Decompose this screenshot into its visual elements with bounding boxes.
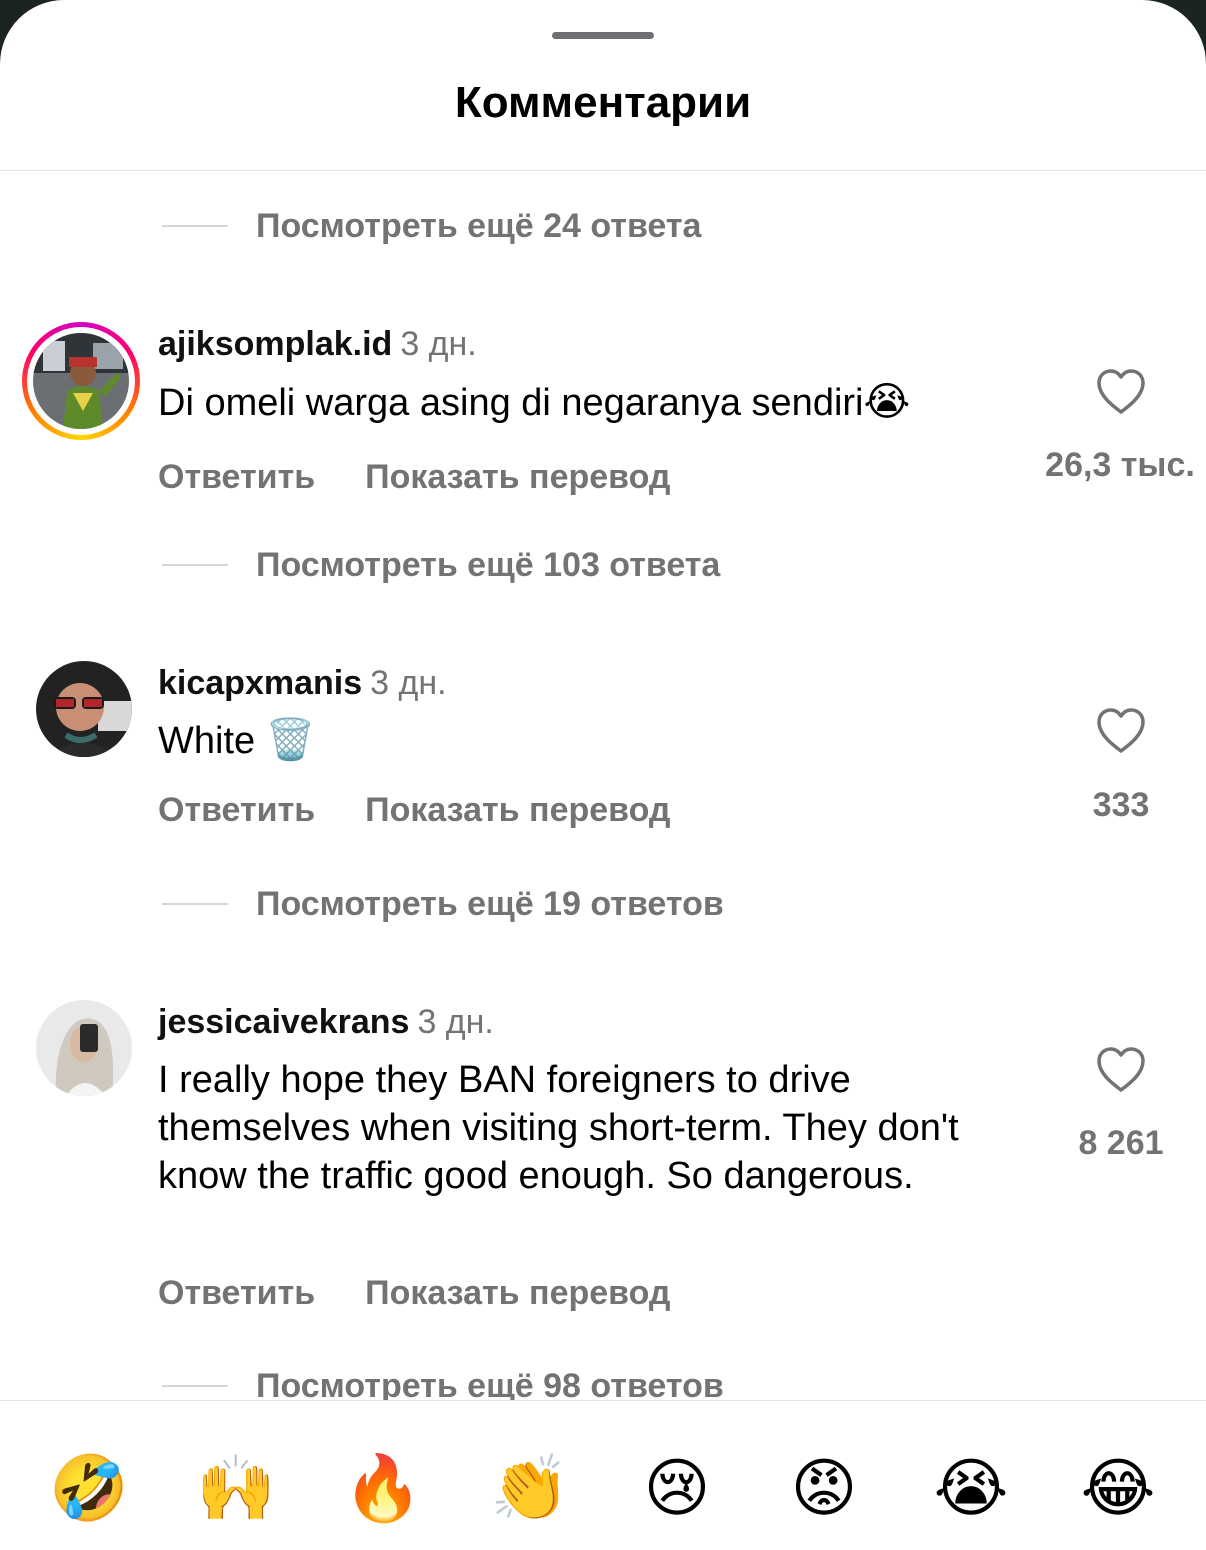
comment-actions: Ответить Показать перевод xyxy=(158,791,671,830)
rofl-emoji-button[interactable]: 🤣 xyxy=(44,1440,134,1536)
like-count: 8 261 xyxy=(1078,1124,1164,1162)
view-more-replies-link[interactable]: Посмотреть ещё 24 ответа xyxy=(162,204,701,248)
heart-outline-icon xyxy=(1097,708,1145,753)
comment-actions: Ответить Показать перевод xyxy=(158,1274,671,1313)
reply-button[interactable]: Ответить xyxy=(158,1274,315,1312)
comment-time: 3 дн. xyxy=(370,664,447,702)
raised-hands-emoji-button[interactable]: 🙌 xyxy=(191,1440,281,1536)
comment-username[interactable]: kicapxmanis xyxy=(158,664,362,702)
avatar[interactable] xyxy=(36,1000,132,1096)
heart-outline-icon xyxy=(1097,369,1145,414)
view-more-replies-label: Посмотреть ещё 19 ответов xyxy=(256,884,724,923)
avatar[interactable] xyxy=(36,661,132,757)
avatar xyxy=(33,333,129,429)
like-count: 333 xyxy=(1092,786,1150,824)
like-count: 26,3 тыс. xyxy=(1045,446,1195,484)
sheet-grabber[interactable] xyxy=(552,32,654,39)
fire-emoji-button[interactable]: 🔥 xyxy=(338,1440,428,1536)
page-title: Комментарии xyxy=(454,78,752,127)
replies-rule xyxy=(162,564,228,566)
crying-face-emoji-button[interactable]: 😢 xyxy=(632,1440,722,1536)
replies-rule xyxy=(162,903,228,905)
show-translation-button[interactable]: Показать перевод xyxy=(365,791,670,829)
show-translation-button[interactable]: Показать перевод xyxy=(365,458,670,496)
reaction-bar-divider xyxy=(0,1400,1206,1401)
reply-button[interactable]: Ответить xyxy=(158,791,315,829)
comment-meta: ajiksomplak.id 3 дн. xyxy=(158,325,477,364)
crying-emoji: 😭 xyxy=(863,380,911,424)
loudly-crying-emoji-button[interactable]: 😭 xyxy=(926,1440,1016,1536)
like-button[interactable] xyxy=(1061,368,1181,416)
comment-time: 3 дн. xyxy=(417,1003,494,1041)
view-more-replies-link[interactable]: Посмотреть ещё 19 ответов xyxy=(162,882,724,926)
angry-face-emoji-button[interactable]: 😡 xyxy=(779,1440,869,1536)
wastebasket-emoji: 🗑️ xyxy=(265,718,316,762)
view-more-replies-link[interactable]: Посмотреть ещё 103 ответа xyxy=(162,543,720,587)
header-divider xyxy=(0,170,1206,171)
tears-of-joy-emoji-button[interactable]: 😂 xyxy=(1073,1440,1163,1536)
replies-rule xyxy=(162,225,228,227)
comment-text-content: I really hope they BAN foreigners to dri… xyxy=(158,1059,959,1197)
comment-text-content: White xyxy=(158,720,256,762)
comment-username[interactable]: ajiksomplak.id xyxy=(158,325,392,363)
comment-meta: jessicaivekrans 3 дн. xyxy=(158,1003,494,1042)
heart-outline-icon xyxy=(1097,1047,1145,1092)
clapping-emoji-button[interactable]: 👏 xyxy=(485,1440,575,1536)
comment-text: White 🗑️ xyxy=(158,716,1008,765)
like-button[interactable] xyxy=(1061,707,1181,755)
reply-button[interactable]: Ответить xyxy=(158,458,315,496)
comments-sheet: Комментарии Посмотреть ещё 24 ответа aji… xyxy=(0,0,1206,1550)
view-more-replies-label: Посмотреть ещё 103 ответа xyxy=(256,545,721,584)
show-translation-button[interactable]: Показать перевод xyxy=(365,1274,670,1312)
comment-meta: kicapxmanis 3 дн. xyxy=(158,664,447,703)
comment-text-content: Di omeli warga asing di negaranya sendir… xyxy=(158,382,864,424)
replies-rule xyxy=(162,1385,228,1387)
quick-reaction-bar: 🤣 🙌 🔥 👏 😢 😡 😭 😂 xyxy=(0,1440,1206,1540)
comment-username[interactable]: jessicaivekrans xyxy=(158,1003,409,1041)
comment-text: I really hope they BAN foreigners to dri… xyxy=(158,1056,1018,1200)
comment-time: 3 дн. xyxy=(400,325,477,363)
comment-text: Di omeli warga asing di negaranya sendir… xyxy=(158,378,1008,427)
view-more-replies-label: Посмотреть ещё 24 ответа xyxy=(256,206,702,245)
avatar-story-ring[interactable] xyxy=(22,322,140,440)
like-button[interactable] xyxy=(1061,1046,1181,1094)
comment-actions: Ответить Показать перевод xyxy=(158,458,671,497)
